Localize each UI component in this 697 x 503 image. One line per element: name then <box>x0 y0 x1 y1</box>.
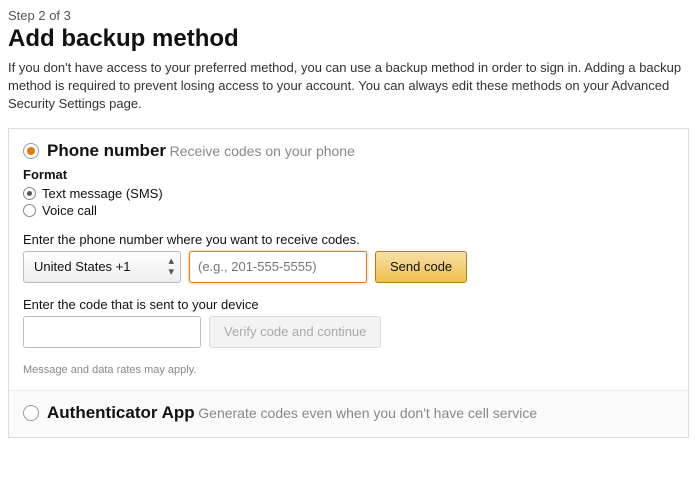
code-input[interactable] <box>23 316 201 348</box>
option-phone-header[interactable]: Phone number Receive codes on your phone <box>23 141 674 161</box>
option-auth-app-subtitle: Generate codes even when you don't have … <box>198 405 537 421</box>
option-auth-app-header[interactable]: Authenticator App Generate codes even wh… <box>23 403 674 423</box>
page-title: Add backup method <box>8 25 689 53</box>
option-phone-title: Phone number <box>47 141 166 160</box>
verify-button: Verify code and continue <box>209 316 381 348</box>
format-sms-row[interactable]: Text message (SMS) <box>23 186 674 201</box>
option-auth-app[interactable]: Authenticator App Generate codes even wh… <box>9 391 688 437</box>
chevron-updown-icon: ▴▾ <box>168 256 174 278</box>
format-voice-label: Voice call <box>42 203 97 218</box>
send-code-button[interactable]: Send code <box>375 251 467 283</box>
step-indicator: Step 2 of 3 <box>8 8 689 23</box>
enter-phone-label: Enter the phone number where you want to… <box>23 232 674 247</box>
options-panel: Phone number Receive codes on your phone… <box>8 128 689 438</box>
country-select-value: United States +1 <box>34 259 130 274</box>
country-select[interactable]: United States +1 ▴▾ <box>23 251 181 283</box>
radio-format-voice[interactable] <box>23 204 36 217</box>
radio-format-sms[interactable] <box>23 187 36 200</box>
option-auth-app-title: Authenticator App <box>47 403 195 422</box>
fineprint: Message and data rates may apply. <box>23 364 674 376</box>
format-sms-label: Text message (SMS) <box>42 186 163 201</box>
option-phone: Phone number Receive codes on your phone… <box>9 129 688 391</box>
phone-input[interactable] <box>189 251 367 283</box>
enter-code-label: Enter the code that is sent to your devi… <box>23 297 674 312</box>
radio-phone[interactable] <box>23 143 39 159</box>
radio-auth-app[interactable] <box>23 405 39 421</box>
format-voice-row[interactable]: Voice call <box>23 203 674 218</box>
intro-text: If you don't have access to your preferr… <box>8 59 689 114</box>
format-label: Format <box>23 167 674 182</box>
option-phone-subtitle: Receive codes on your phone <box>170 143 355 159</box>
